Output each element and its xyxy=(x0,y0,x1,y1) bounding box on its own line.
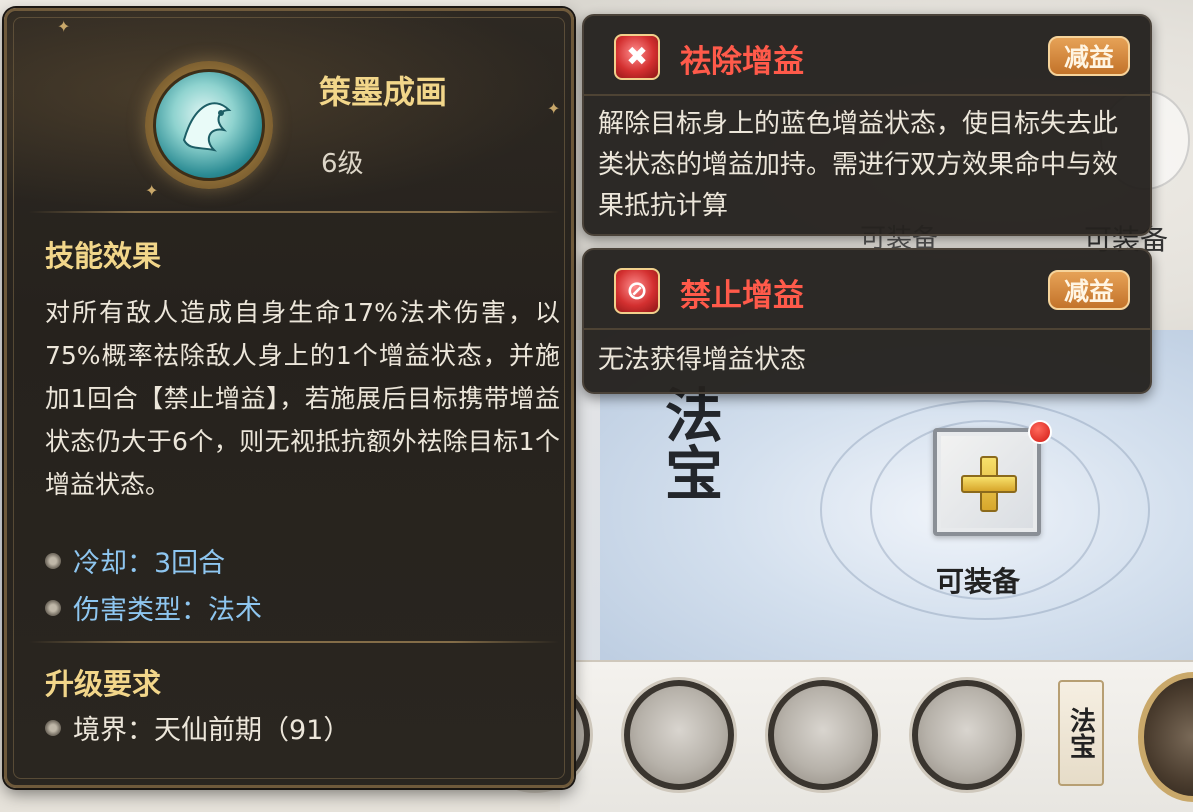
upgrade-requirement-text: 境界：天仙前期（91） xyxy=(73,715,351,746)
fabao-equip-slot[interactable] xyxy=(933,428,1041,536)
bullet-icon xyxy=(45,552,61,569)
damage-type-text: 伤害类型：法术 xyxy=(73,595,262,626)
upgrade-divider xyxy=(29,641,559,643)
upgrade-requirement-row: 境界：天仙前期（91） xyxy=(45,708,350,747)
buff-header: ⊘ 禁止增益 减益 xyxy=(584,250,1150,330)
buff-tooltip-forbid: ⊘ 禁止增益 减益 无法获得增益状态 xyxy=(582,248,1152,394)
skill-detail-panel: ✦ ✦ ✦ 策墨成画 6级 技能效果 对所有敌人造成自身生命17%法术伤害，以7… xyxy=(4,8,574,788)
fabao-title: 法宝 xyxy=(655,385,723,501)
buff-header: ✖ 祛除增益 减益 xyxy=(584,16,1150,96)
buff-title: 禁止增益 xyxy=(680,278,804,314)
skill-level: 6级 xyxy=(321,149,364,179)
buff-description: 解除目标身上的蓝色增益状态，使目标失去此类状态的增益加持。需进行双方效果命中与效… xyxy=(598,109,1119,221)
bullet-icon xyxy=(45,719,61,736)
equip-label-main: 可装备 xyxy=(936,565,1021,598)
star-ornament-icon: ✦ xyxy=(57,17,71,36)
skill-name: 策墨成画 xyxy=(319,73,448,111)
star-ornament-icon: ✦ xyxy=(145,181,159,200)
buff-tooltip-dispel: ✖ 祛除增益 减益 解除目标身上的蓝色增益状态，使目标失去此类状态的增益加持。需… xyxy=(582,14,1152,236)
buff-title: 祛除增益 xyxy=(680,44,804,80)
cooldown-text: 冷却：3回合 xyxy=(73,548,226,579)
skill-ink-painting-icon xyxy=(153,69,265,181)
ink-dragon-icon xyxy=(182,102,232,152)
effect-description: 对所有敌人造成自身生命17%法术伤害，以75%概率祛除敌人身上的1个增益状态，并… xyxy=(45,298,560,499)
forbid-icon: ⊘ xyxy=(614,268,660,314)
notification-dot xyxy=(1028,420,1052,444)
buff-description: 无法获得增益状态 xyxy=(598,345,807,375)
plus-icon xyxy=(961,456,1017,512)
fabao-tab-button[interactable]: 法宝 xyxy=(1058,680,1104,786)
debuff-tag: 减益 xyxy=(1048,36,1130,76)
skill-icon-frame xyxy=(145,61,273,189)
dispel-icon: ✖ xyxy=(614,34,660,80)
bullet-icon xyxy=(45,599,61,616)
skill-slot-2[interactable] xyxy=(624,680,734,790)
panel-header-bg xyxy=(7,11,571,211)
debuff-tag: 减益 xyxy=(1048,270,1130,310)
damage-type-row: 伤害类型：法术 xyxy=(45,588,262,627)
cooldown-row: 冷却：3回合 xyxy=(45,541,225,580)
skill-slot-4[interactable] xyxy=(912,680,1022,790)
star-ornament-icon: ✦ xyxy=(547,99,561,118)
skill-slot-3[interactable] xyxy=(768,680,878,790)
upgrade-section-title: 升级要求 xyxy=(45,667,162,701)
header-divider xyxy=(29,211,559,213)
effect-section-title: 技能效果 xyxy=(45,239,162,273)
